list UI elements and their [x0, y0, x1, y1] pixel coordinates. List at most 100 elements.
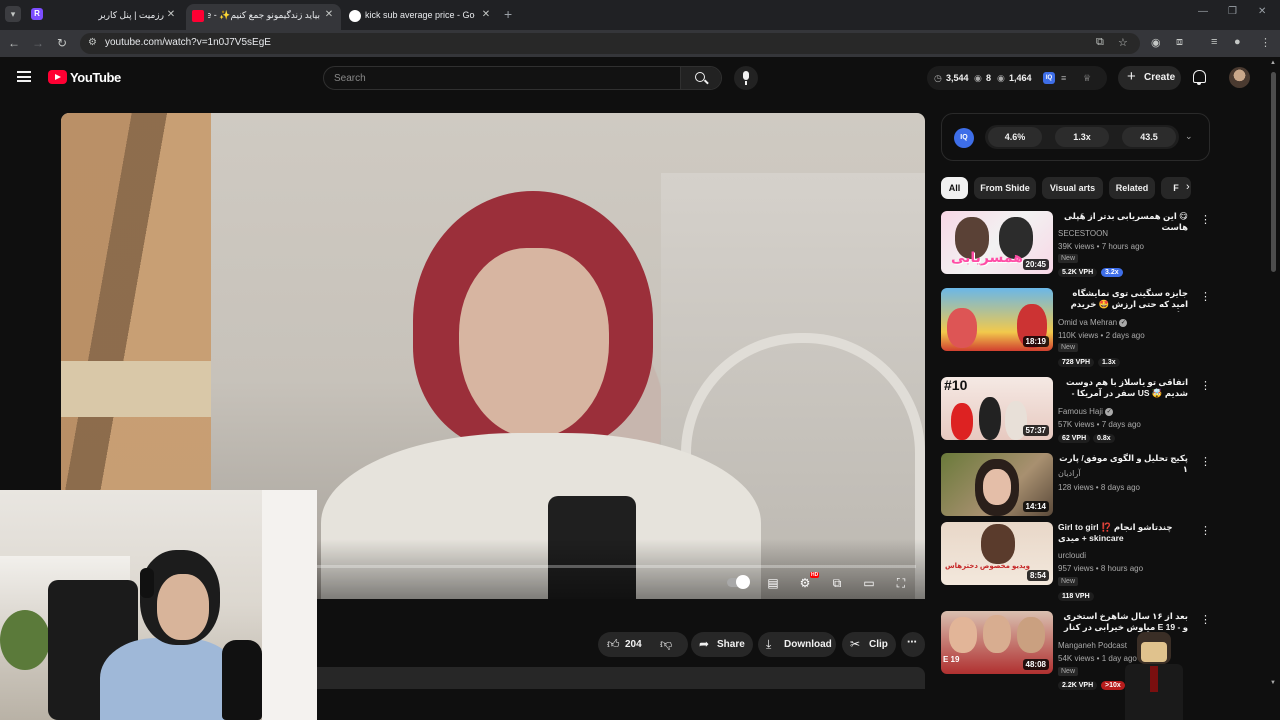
video-meta: 957 views • 8 hours ago	[1058, 564, 1144, 573]
more-options-icon[interactable]: ⋮	[1200, 213, 1211, 226]
video-title[interactable]: Girl to girl ⁉️ چندتاشو انجام میدی + ski…	[1058, 522, 1188, 544]
bookmark-star-icon[interactable]: ☆	[1118, 36, 1128, 49]
tab-close-icon[interactable]: ✕	[164, 8, 178, 22]
video-meta: 110K views • 2 days ago	[1058, 331, 1145, 340]
list-icon[interactable]: ≡	[1061, 73, 1066, 83]
captions-icon[interactable]: ▤	[764, 575, 782, 591]
extension-stats-bar[interactable]: ◷ 3,544 ◉ 8 ◉ 1,464 IQ ≡ ♕	[927, 66, 1107, 90]
browser-tab-google[interactable]: kick sub average price - Google Search ✕	[343, 4, 498, 30]
create-button[interactable]: + Create	[1118, 66, 1181, 90]
channel-name[interactable]: urcloudi	[1058, 551, 1086, 560]
close-window-icon[interactable]: ✕	[1258, 6, 1266, 17]
chevron-down-icon[interactable]: ⌄	[1185, 131, 1193, 142]
site-info-icon[interactable]: ⚙	[88, 37, 97, 48]
profile-icon[interactable]: ●	[1234, 36, 1241, 48]
tab-close-icon[interactable]: ✕	[479, 8, 493, 22]
theater-mode-icon[interactable]: ▭	[860, 575, 878, 591]
thumbnail[interactable]: E 19 48:08	[941, 611, 1053, 674]
iq-extension-icon[interactable]: IQ	[1043, 72, 1055, 84]
thumbnail[interactable]: ویدیو مخصوص دخترهاس 8:54	[941, 522, 1053, 585]
tab-search-icon[interactable]: ▾	[5, 6, 21, 22]
webcam-plant	[0, 610, 50, 670]
maximize-icon[interactable]: ❐	[1228, 6, 1237, 17]
more-options-icon[interactable]: ⋮	[1200, 524, 1211, 537]
fullscreen-icon[interactable]: ⛶	[892, 575, 910, 591]
chevron-right-icon[interactable]: ›	[1186, 181, 1190, 193]
new-tab-icon[interactable]: +	[504, 6, 512, 22]
vph-badge: 62 VPH	[1058, 434, 1091, 443]
chip-related[interactable]: Related	[1109, 177, 1155, 199]
video-title[interactable]: اتفاقی تو یاسلاز با هم دوست شدیم 🤯 US سف…	[1058, 377, 1188, 401]
multiplier-badge: 0.8x	[1093, 434, 1115, 443]
avatar[interactable]	[1229, 67, 1250, 88]
trophy-icon[interactable]: ♕	[1083, 73, 1091, 84]
recommendation-item[interactable]: ویدیو مخصوص دخترهاس 8:54 Girl to girl ⁉️…	[941, 522, 1211, 601]
vidiq-logo-icon: IQ	[954, 128, 974, 148]
chip-visual-arts[interactable]: Visual arts	[1042, 177, 1103, 199]
tab-close-icon[interactable]: ✕	[322, 8, 336, 22]
video-meta: 57K views • 7 days ago	[1058, 420, 1141, 429]
miniplayer-icon[interactable]: ⧉	[828, 575, 846, 591]
vidiq-stat-multiplier: 1.3x	[1055, 127, 1109, 147]
webcam-person-body	[100, 638, 240, 720]
channel-name-text: Omid va Mehran	[1058, 318, 1118, 327]
autoplay-toggle[interactable]	[727, 575, 750, 589]
chip-all[interactable]: All	[941, 177, 968, 199]
tab-title: بیاید زندگیمونو جمع کنیم✨ - YouTube	[208, 10, 320, 20]
more-options-icon[interactable]: ⋮	[1200, 455, 1211, 468]
media-control-icon[interactable]: ≡	[1211, 36, 1217, 48]
channel-name[interactable]: Famous Haji ✓	[1058, 407, 1114, 416]
back-icon[interactable]: ←	[6, 36, 22, 50]
forward-icon[interactable]: →	[30, 36, 46, 50]
video-title[interactable]: جایزه سنگینی توی نمایشگاه امید که حتی ار…	[1058, 288, 1188, 312]
channel-name[interactable]: آرادیان	[1058, 469, 1080, 478]
voice-search-mic-icon[interactable]	[734, 66, 758, 90]
verified-check-icon: ✓	[1105, 407, 1114, 416]
scroll-up-arrow-icon[interactable]: ▲	[1270, 60, 1276, 66]
thumbnail[interactable]: همسریابی 20:45	[941, 211, 1053, 274]
clip-button[interactable]: ✂ Clip	[842, 632, 896, 657]
more-actions-button[interactable]: ⋯	[901, 632, 925, 657]
like-thumb-up-icon[interactable]: 👍︎	[607, 637, 620, 651]
more-options-icon[interactable]: ⋮	[1200, 290, 1211, 303]
minimize-icon[interactable]: —	[1198, 6, 1208, 17]
progress-bar[interactable]	[316, 565, 916, 568]
thumbnail[interactable]: 14:14	[941, 453, 1053, 516]
channel-name[interactable]: Omid va Mehran ✓	[1058, 318, 1128, 327]
youtube-logo-icon[interactable]	[48, 70, 67, 84]
extensions-puzzle-icon[interactable]: ⧈	[1176, 36, 1183, 49]
recommendation-item[interactable]: همسریابی 20:45 😋 این همسریابی بدتر از هَ…	[941, 211, 1211, 283]
recommendation-item[interactable]: 18:19 جایزه سنگینی توی نمایشگاه امید که …	[941, 288, 1211, 367]
scrollbar-thumb[interactable]	[1271, 72, 1276, 272]
extension-icon[interactable]: ◉	[1151, 36, 1161, 49]
browser-menu-icon[interactable]: ⋮	[1260, 36, 1271, 49]
reload-icon[interactable]: ↻	[54, 36, 70, 50]
dislike-thumb-down-icon[interactable]: 👎︎	[660, 637, 672, 651]
search-input[interactable]	[334, 71, 674, 85]
address-bar[interactable]: ⚙ youtube.com/watch?v=1n0J7V5sEgE ⧉ ☆	[80, 33, 1140, 54]
share-button[interactable]: ➦ Share	[691, 632, 753, 657]
search-button[interactable]	[680, 67, 721, 89]
stat-watching: 8	[986, 73, 992, 83]
download-button[interactable]: ⤓ Download	[758, 632, 836, 657]
browser-tab-youtube[interactable]: بیاید زندگیمونو جمع کنیم✨ - YouTube ✕	[186, 4, 341, 30]
vph-badge: 5.2K VPH	[1058, 268, 1098, 277]
scroll-down-arrow-icon[interactable]: ▼	[1270, 680, 1276, 686]
channel-name[interactable]: SECESTOON	[1058, 229, 1108, 238]
thumbnail[interactable]: 18:19	[941, 288, 1053, 351]
like-count[interactable]: 204	[625, 639, 642, 650]
notifications-bell-icon[interactable]	[1193, 70, 1206, 85]
chip-from-shide[interactable]: From Shide	[974, 177, 1036, 199]
recommendation-item[interactable]: #10 57:37 اتفاقی تو یاسلاز با هم دوست شد…	[941, 377, 1211, 449]
extension-r-icon[interactable]: R	[31, 8, 43, 20]
youtube-logo-text[interactable]: YouTube	[70, 70, 121, 85]
vidiq-panel[interactable]: IQ 4.6% 1.3x 43.5 ⌄	[941, 113, 1210, 161]
thumb-person-2	[983, 615, 1011, 653]
menu-hamburger-icon[interactable]	[17, 71, 31, 82]
thumbnail[interactable]: #10 57:37	[941, 377, 1053, 440]
install-app-icon[interactable]: ⧉	[1096, 36, 1104, 49]
recommendation-item[interactable]: 14:14 پکیج تحلیل و الگوی موفق/ پارت ۱ آر…	[941, 453, 1211, 525]
more-options-icon[interactable]: ⋮	[1200, 613, 1211, 626]
browser-tab-razmit[interactable]: رزمیت | پنل کاربری ✕	[48, 4, 184, 30]
more-options-icon[interactable]: ⋮	[1200, 379, 1211, 392]
